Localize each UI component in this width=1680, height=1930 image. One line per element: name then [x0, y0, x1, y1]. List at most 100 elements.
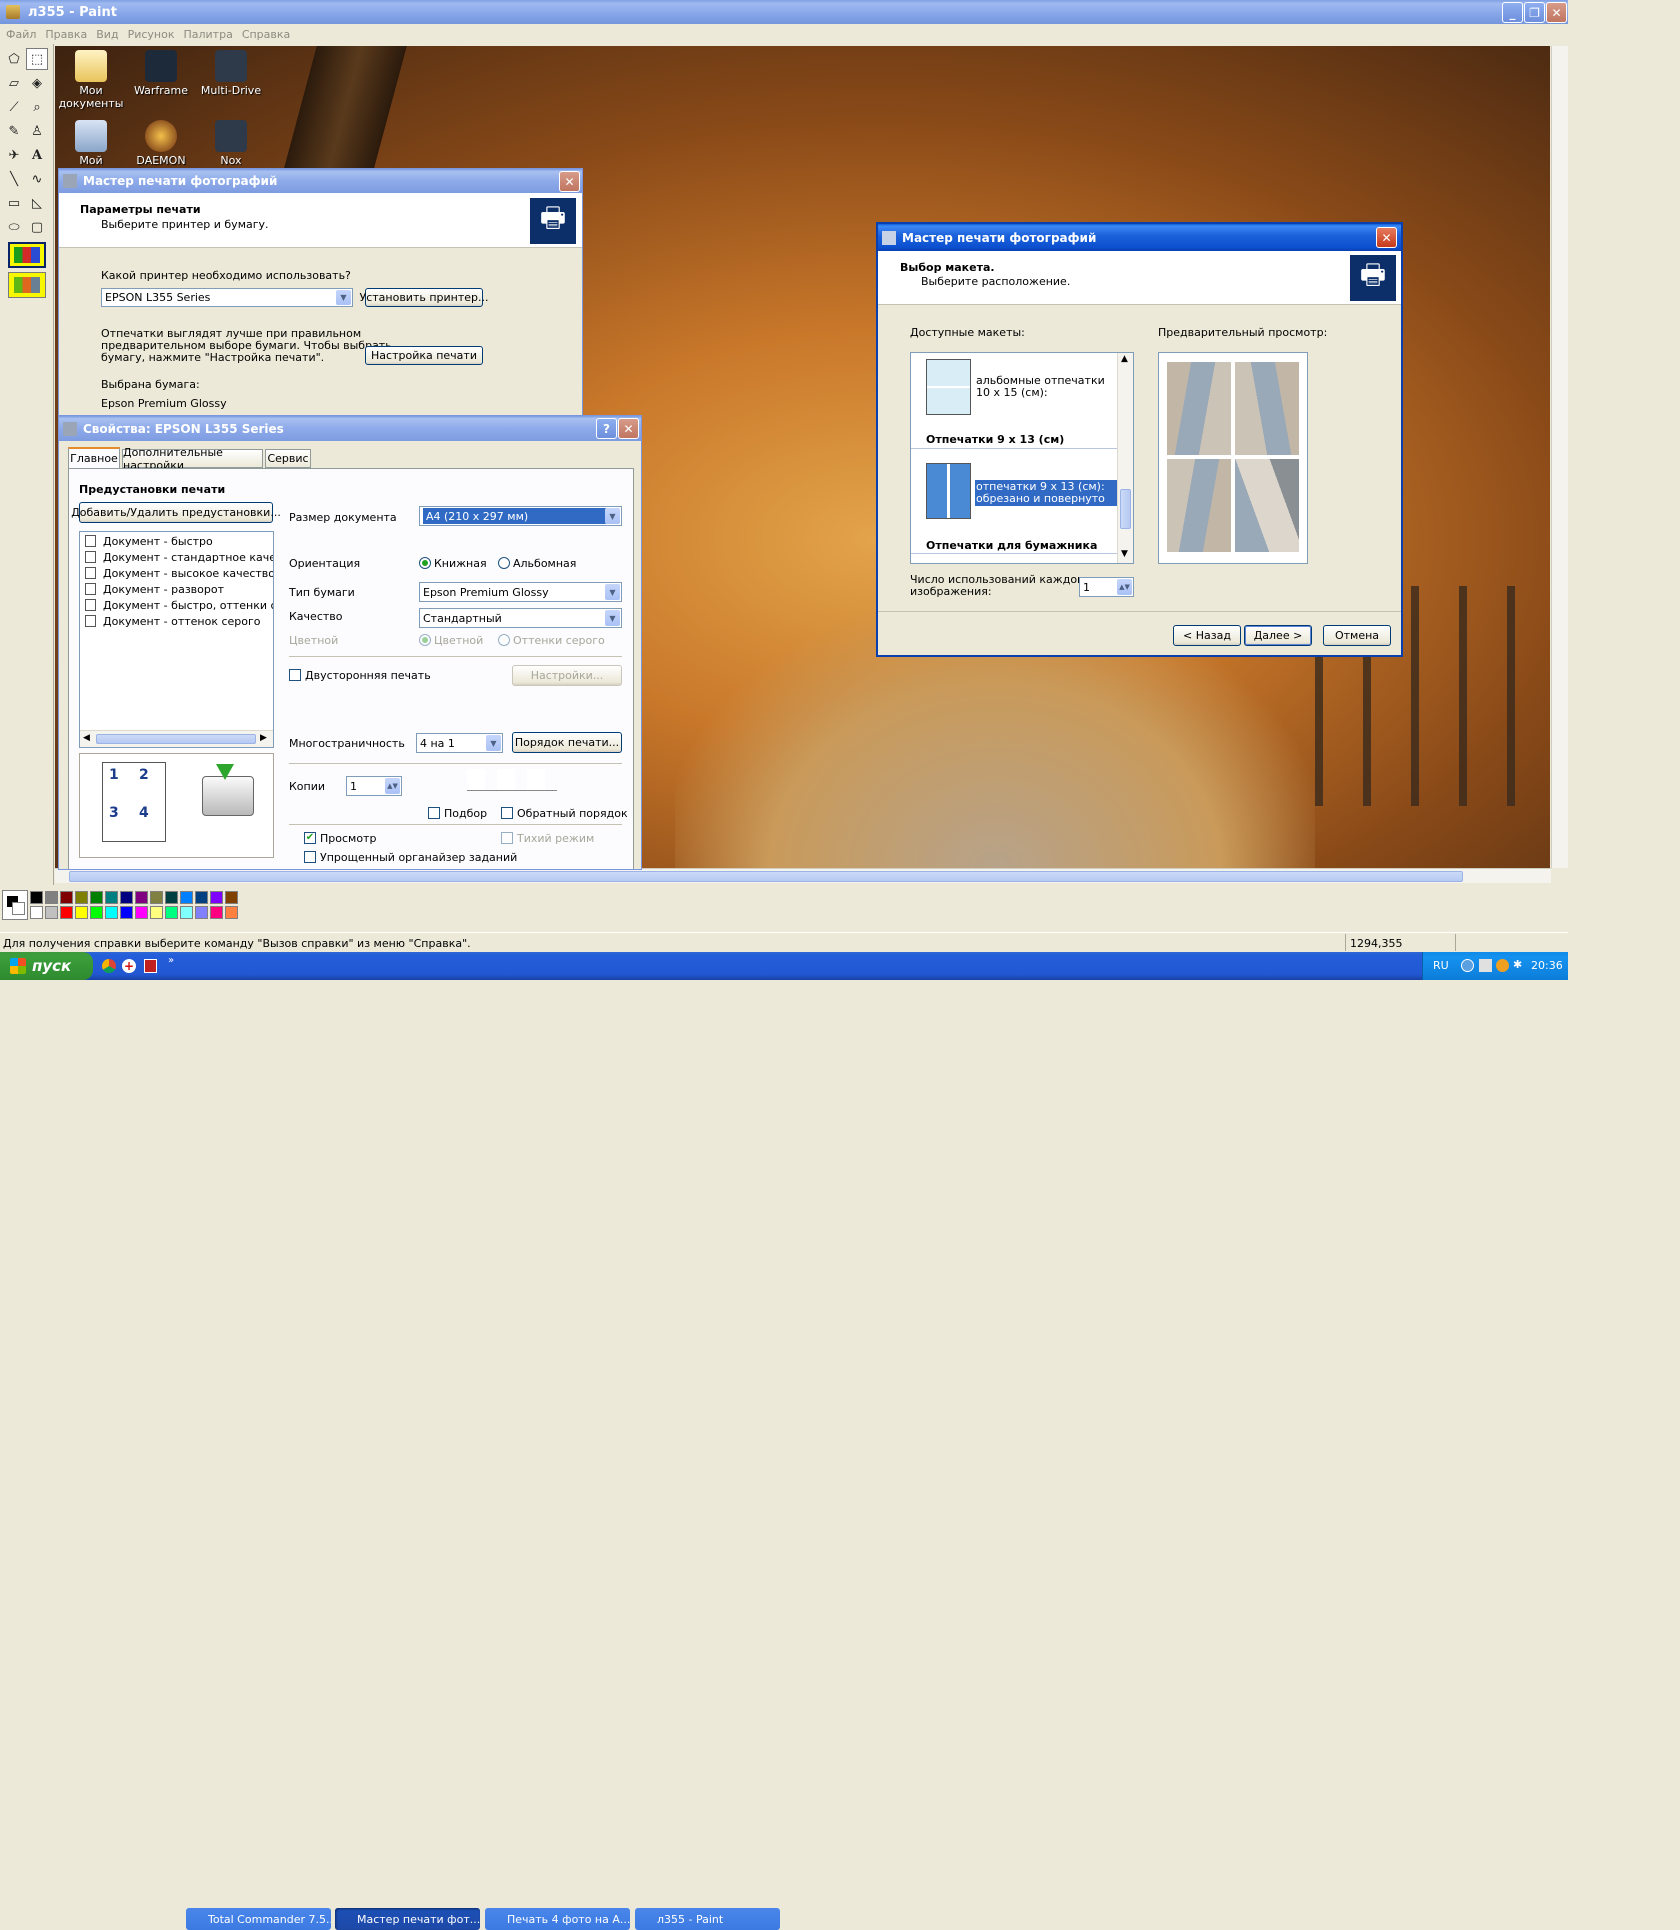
preview-checkbox[interactable]: ✔	[304, 832, 316, 844]
presets-hscroll[interactable]: ◀ ▶	[80, 730, 273, 747]
rect-select-icon[interactable]: ⬚	[26, 48, 48, 70]
add-remove-presets-button[interactable]: Добавить/Удалить предустановки...	[71, 502, 281, 523]
print-order-button[interactable]: Порядок печати...	[512, 732, 622, 753]
tool-option-opaque[interactable]	[8, 242, 46, 268]
quality-select[interactable]: Стандартный ▼	[419, 608, 622, 628]
preset-item[interactable]: Документ - стандартное качество	[103, 551, 273, 564]
eraser-icon[interactable]: ▱	[3, 72, 25, 94]
palette-swatch[interactable]	[210, 906, 223, 919]
simple-organizer-checkbox[interactable]	[304, 851, 316, 863]
palette-swatch[interactable]	[90, 891, 103, 904]
quicklaunch-expand-icon[interactable]: »	[168, 955, 174, 966]
layout-item-landscape[interactable]: альбомные отпечатки 10 x 15 (см):	[976, 375, 1119, 399]
next-button[interactable]: Далее >	[1244, 625, 1312, 646]
desktop-icon-warframe[interactable]: Warframe	[126, 50, 196, 97]
taskbar-item-paint[interactable]: л355 - Paint	[635, 1908, 780, 1930]
palette-swatch[interactable]	[180, 891, 193, 904]
palette-swatch[interactable]	[150, 891, 163, 904]
layout-item-9x13-selected[interactable]: отпечатки 9 x 13 (см): обрезано и поверн…	[975, 480, 1118, 506]
free-select-icon[interactable]: ⬠	[3, 48, 25, 70]
wizard1-title-bar[interactable]: Мастер печати фотографий	[59, 169, 582, 193]
palette-swatch[interactable]	[135, 891, 148, 904]
preset-item[interactable]: Документ - быстро	[103, 535, 213, 548]
palette-swatch[interactable]	[225, 906, 238, 919]
grayscale-radio[interactable]	[498, 634, 510, 646]
palette-swatch[interactable]	[225, 891, 238, 904]
layouts-vscroll[interactable]: ▲ ▼	[1117, 353, 1133, 563]
desktop-icon-multi-drive[interactable]: Multi-Drive	[196, 50, 266, 97]
scroll-thumb[interactable]	[1120, 489, 1131, 529]
tray-icon[interactable]	[1479, 959, 1492, 972]
palette-swatch[interactable]	[135, 906, 148, 919]
menu-file[interactable]: Файл	[6, 28, 36, 41]
palette-swatch[interactable]	[105, 906, 118, 919]
portrait-radio[interactable]	[419, 557, 431, 569]
menu-help[interactable]: Справка	[242, 28, 290, 41]
wizard2-close-button[interactable]: ✕	[1376, 227, 1397, 248]
minimize-button[interactable]: _	[1502, 2, 1523, 23]
polygon-icon[interactable]: ◺	[26, 192, 48, 214]
desktop-icon-my-documents[interactable]: Мои документы	[56, 50, 126, 110]
duplex-settings-button[interactable]: Настройки...	[512, 665, 622, 686]
collate-checkbox[interactable]	[428, 807, 440, 819]
background-color[interactable]	[12, 902, 25, 915]
wizard2-title-bar[interactable]: Мастер печати фотографий	[878, 224, 1401, 251]
magnifier-icon[interactable]: ⌕	[26, 96, 48, 118]
duplex-checkbox[interactable]	[289, 669, 301, 681]
palette-swatch[interactable]	[120, 906, 133, 919]
bluetooth-icon[interactable]: ✱	[1513, 958, 1522, 971]
desktop-icon-my-computer[interactable]: Мой	[56, 120, 126, 167]
pencil-icon[interactable]: ✎	[3, 120, 25, 142]
horizontal-scroll-thumb[interactable]	[69, 871, 1463, 882]
install-printer-button[interactable]: Установить принтер...	[360, 288, 489, 307]
quicklaunch-save-icon[interactable]	[144, 959, 157, 973]
text-icon[interactable]: A	[26, 144, 48, 166]
preset-item[interactable]: Документ - оттенок серого	[103, 615, 261, 628]
uses-count-spinner[interactable]: 1 ▲▼	[1079, 577, 1134, 597]
eyedropper-icon[interactable]: ⟋	[3, 96, 25, 118]
restore-button[interactable]: ❐	[1524, 2, 1545, 23]
palette-swatch[interactable]	[60, 891, 73, 904]
palette-swatch[interactable]	[90, 906, 103, 919]
taskbar-item-chrome[interactable]: Печать 4 фото на А...	[485, 1908, 630, 1930]
rectangle-icon[interactable]: ▭	[3, 192, 25, 214]
tab-service[interactable]: Сервис	[265, 449, 311, 468]
vertical-scrollbar[interactable]	[1551, 46, 1568, 868]
fill-icon[interactable]: ◈	[26, 72, 48, 94]
tab-main[interactable]: Главное	[68, 447, 120, 468]
palette-swatch[interactable]	[165, 906, 178, 919]
scroll-thumb[interactable]	[96, 734, 256, 744]
wizard1-close-button[interactable]: ✕	[559, 171, 580, 192]
palette-swatch[interactable]	[60, 906, 73, 919]
menu-colors[interactable]: Палитра	[183, 28, 232, 41]
palette-swatch[interactable]	[105, 891, 118, 904]
line-icon[interactable]: ╲	[3, 168, 25, 190]
palette-swatch[interactable]	[75, 891, 88, 904]
help-button[interactable]: ?	[596, 418, 617, 439]
start-button[interactable]: пуск	[0, 952, 93, 980]
desktop-icon-nox[interactable]: Nox	[196, 120, 266, 167]
horizontal-scrollbar[interactable]	[55, 868, 1551, 883]
palette-swatch[interactable]	[30, 891, 43, 904]
scroll-up-icon[interactable]: ▲	[1121, 354, 1128, 364]
scroll-down-icon[interactable]: ▼	[1121, 549, 1128, 559]
taskbar-item-total-commander[interactable]: Total Commander 7.5...	[186, 1908, 331, 1930]
preset-item[interactable]: Документ - высокое качество	[103, 567, 273, 580]
quiet-mode-checkbox[interactable]	[501, 832, 513, 844]
multipage-select[interactable]: 4 на 1 ▼	[416, 733, 503, 753]
preset-item[interactable]: Документ - разворот	[103, 583, 224, 596]
spinner-arrows-icon[interactable]: ▲▼	[385, 778, 400, 794]
palette-swatch[interactable]	[30, 906, 43, 919]
color-radio[interactable]	[419, 634, 431, 646]
palette-swatch[interactable]	[195, 891, 208, 904]
props-title-bar[interactable]: Свойства: EPSON L355 Series	[59, 416, 641, 441]
doc-size-select[interactable]: A4 (210 x 297 мм) ▼	[419, 506, 622, 526]
tray-icon[interactable]	[1496, 959, 1509, 972]
airbrush-icon[interactable]: ✈	[3, 144, 25, 166]
menu-edit[interactable]: Правка	[45, 28, 87, 41]
palette-swatch[interactable]	[150, 906, 163, 919]
preset-item[interactable]: Документ - быстро, оттенки серого	[103, 599, 273, 612]
palette-swatch[interactable]	[165, 891, 178, 904]
palette-swatch[interactable]	[180, 906, 193, 919]
paint-title-bar[interactable]: л355 - Paint	[0, 0, 1568, 24]
